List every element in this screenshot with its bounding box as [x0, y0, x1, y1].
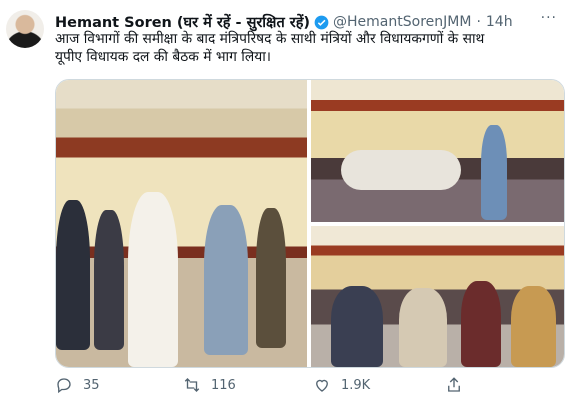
tweet-text-line: यूपीए विधायक दल की बैठक में भाग लिया। — [55, 49, 272, 65]
photo-figure — [399, 288, 447, 367]
tweet: Hemant Soren (घर में रहें - सुरक्षित रहे… — [0, 0, 571, 407]
photo-standing-greeting[interactable] — [56, 80, 307, 367]
photo-meeting-hall[interactable] — [311, 80, 564, 222]
photo-figure — [56, 200, 90, 350]
reply-icon — [57, 378, 71, 394]
photo-seated-members[interactable] — [311, 226, 564, 367]
reply-count: 35 — [83, 377, 100, 393]
like-count: 1.9K — [341, 377, 371, 393]
reply-button[interactable]: 35 — [55, 376, 100, 394]
verified-badge-icon — [314, 15, 329, 29]
photo-figure — [481, 125, 507, 220]
photo-figure — [204, 205, 248, 355]
more-options-icon[interactable]: ··· — [541, 10, 557, 26]
photo-figure — [511, 286, 556, 367]
separator-dot: · — [476, 14, 481, 30]
photo-figure — [331, 286, 383, 367]
photo-figure — [256, 208, 286, 348]
tweet-text-line: आज विभागों की समीक्षा के बाद मंत्रिपरिषद… — [55, 31, 485, 47]
photo-figure — [461, 281, 501, 367]
photo-figure — [128, 192, 178, 367]
retweet-count: 116 — [211, 377, 236, 393]
author-handle[interactable]: @HemantSorenJMM — [333, 14, 471, 30]
author-name[interactable]: Hemant Soren (घर में रहें - सुरक्षित रहे… — [55, 12, 310, 32]
media-grid — [55, 79, 565, 368]
avatar[interactable] — [6, 10, 44, 48]
tweet-header: Hemant Soren (घर में रहें - सुरक्षित रहे… — [55, 12, 555, 32]
tweet-actions: 35 116 1.9K — [55, 374, 555, 398]
retweet-icon — [184, 378, 200, 392]
tweet-time[interactable]: 14h — [486, 14, 513, 30]
photo-figure — [341, 150, 461, 190]
like-button[interactable]: 1.9K — [313, 376, 370, 394]
share-button[interactable] — [445, 376, 473, 394]
retweet-button[interactable]: 116 — [183, 376, 236, 394]
like-icon — [316, 379, 328, 392]
tweet-text: आज विभागों की समीक्षा के बाद मंत्रिपरिषद… — [55, 30, 560, 66]
photo-figure — [94, 210, 124, 350]
share-icon — [448, 377, 460, 392]
